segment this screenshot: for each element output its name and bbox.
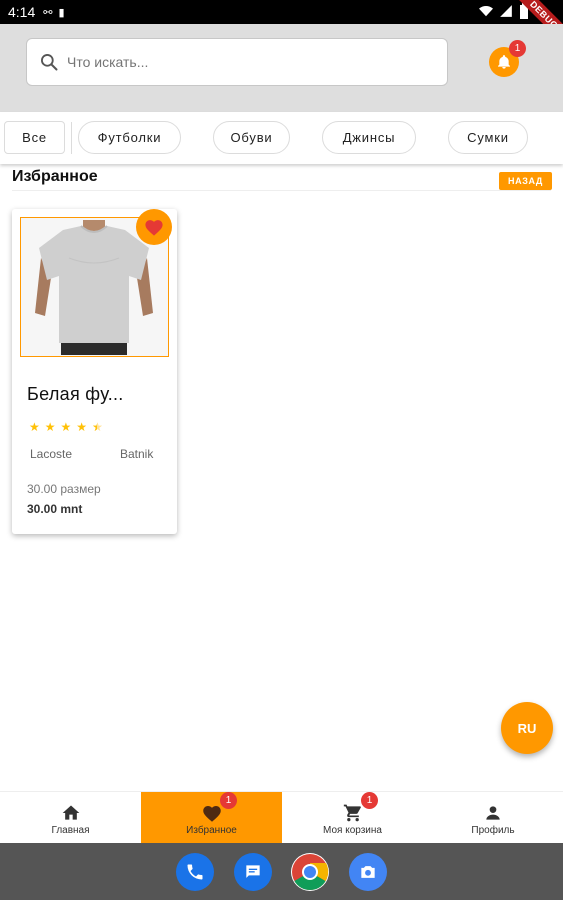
nav-label-home: Главная	[51, 824, 90, 836]
nav-label-favorites: Избранное	[186, 824, 237, 836]
product-name: Белая фу...	[27, 384, 124, 404]
cart-icon	[343, 804, 361, 821]
status-bar: 4:14 ⚯ ▮ DEBUG	[0, 0, 563, 52]
favorites-count-badge: 1	[220, 792, 237, 809]
messages-icon	[246, 865, 260, 878]
product-brand: Lacoste	[30, 447, 73, 461]
phone-app-icon[interactable]	[176, 853, 214, 891]
nav-item-cart[interactable]: Моя корзина 1	[282, 792, 423, 844]
product-size: 30.00 размер	[27, 482, 101, 496]
chrome-app-icon[interactable]	[291, 853, 329, 891]
notification-count-badge: 1	[509, 40, 526, 57]
section-divider	[12, 190, 551, 191]
app-header: 1	[0, 24, 563, 112]
nav-label-cart: Моя корзина	[323, 824, 382, 836]
sd-card-icon: ▮	[58, 6, 65, 19]
star-full-icon: ★	[29, 420, 40, 434]
nav-item-profile[interactable]: Профиль	[423, 792, 563, 844]
system-dock	[0, 843, 563, 900]
status-icons	[479, 3, 529, 19]
back-button[interactable]: НАЗАД	[499, 172, 552, 190]
search-icon	[41, 54, 58, 71]
star-full-icon: ★	[76, 420, 88, 434]
star-full-icon: ★	[44, 420, 56, 434]
camera-icon	[361, 866, 375, 878]
phone-icon	[187, 864, 203, 880]
wifi-icon	[479, 6, 493, 17]
chip-divider	[71, 122, 72, 154]
product-card[interactable]: Белая фу... ★ ★ ★ ★ ★★ Lacoste Batnik 30…	[12, 209, 177, 534]
star-half-icon: ★★	[92, 420, 103, 434]
search-bar[interactable]	[26, 38, 448, 86]
language-switch-button[interactable]: RU	[501, 702, 553, 754]
nav-item-favorites[interactable]: Избранное 1	[141, 792, 282, 844]
star-full-icon: ★	[60, 420, 72, 434]
category-chip-jeans[interactable]: Джинсы	[322, 121, 416, 154]
sync-icon: ⚯	[43, 6, 53, 19]
heart-icon	[202, 805, 221, 822]
product-rating: ★ ★ ★ ★ ★★	[29, 421, 103, 433]
nav-item-home[interactable]: Главная	[0, 792, 141, 844]
category-chip-bags[interactable]: Сумки	[448, 121, 528, 154]
category-chip-shoes[interactable]: Обуви	[213, 121, 290, 154]
person-icon	[486, 805, 500, 820]
product-brand-secondary: Batnik	[120, 447, 154, 461]
category-chip-tshirts[interactable]: Футболки	[78, 121, 181, 154]
page-title: Избранное	[12, 168, 98, 185]
messages-app-icon[interactable]	[234, 853, 272, 891]
favorite-toggle-button[interactable]	[136, 209, 172, 245]
bell-icon	[498, 55, 510, 69]
chrome-icon	[292, 854, 329, 891]
product-price: 30.00 mnt	[27, 502, 83, 516]
nav-label-profile: Профиль	[471, 824, 515, 836]
camera-app-icon[interactable]	[349, 853, 387, 891]
bottom-navigation: Главная Избранное 1 Моя корзина 1 Профил…	[0, 791, 563, 844]
category-chip-all[interactable]: Все	[4, 121, 65, 154]
heart-icon	[145, 220, 163, 236]
home-icon	[62, 805, 79, 820]
cart-count-badge: 1	[361, 792, 378, 809]
signal-icon	[500, 5, 512, 17]
search-input[interactable]	[67, 54, 407, 70]
app-screen: 4:14 ⚯ ▮ DEBUG 1 Все Футболки Обув	[0, 0, 563, 900]
status-time: 4:14	[8, 4, 36, 20]
category-filter-bar: Все Футболки Обуви Джинсы Сумки	[0, 112, 563, 164]
